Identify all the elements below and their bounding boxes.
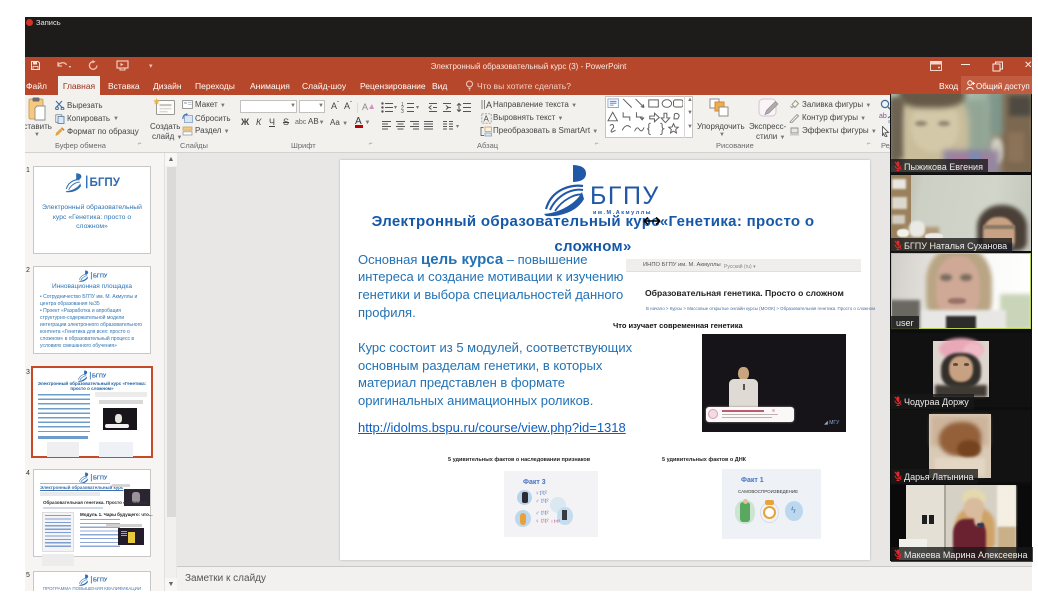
svg-text:БГПУ: БГПУ: [93, 577, 108, 583]
svg-text:БГПУ: БГПУ: [590, 182, 660, 210]
svg-text:3: 3: [401, 109, 404, 113]
svg-text:А: А: [486, 100, 492, 110]
svg-text:▾: ▾: [416, 105, 419, 111]
svg-text:БГПУ: БГПУ: [93, 475, 108, 481]
svg-text:БГПУ: БГПУ: [90, 176, 121, 189]
svg-text:▾: ▾: [394, 105, 397, 111]
svg-text:А: А: [362, 102, 368, 112]
svg-text:БГПУ: БГПУ: [93, 273, 108, 279]
svg-text:А: А: [484, 114, 490, 123]
svg-text:▾: ▾: [456, 124, 459, 130]
svg-text:БГПУ: БГПУ: [92, 373, 107, 379]
